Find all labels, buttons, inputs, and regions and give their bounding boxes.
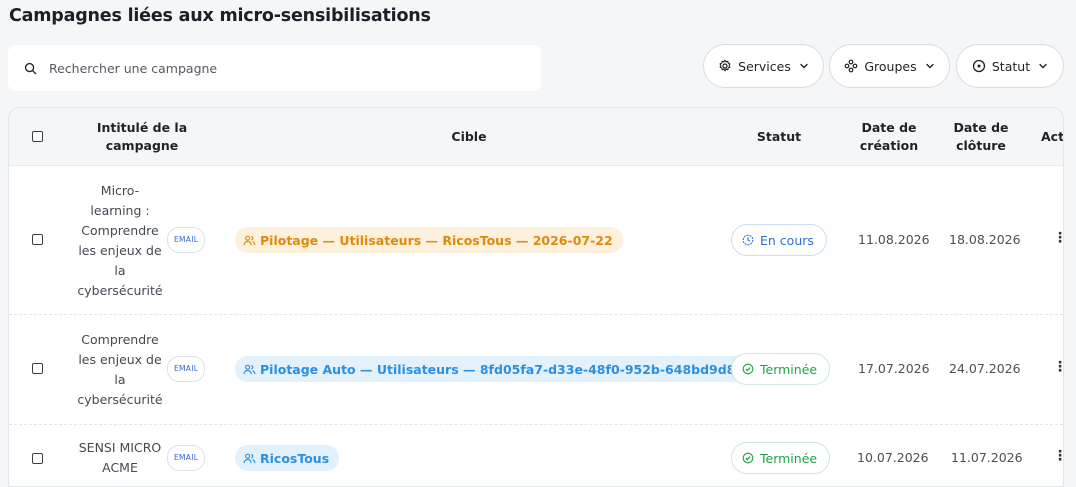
target-chip[interactable]: Pilotage — Utilisateurs — RicosTous — 20… (235, 227, 623, 253)
check-circle-icon (742, 452, 754, 464)
search-icon (24, 62, 37, 74)
status-badge: Terminée (731, 353, 831, 385)
channel-badge: EMAIL (167, 356, 206, 382)
clock-icon (742, 234, 754, 246)
search-input[interactable]: Rechercher une campagne (8, 45, 541, 91)
created-date: 11.08.2026 (858, 232, 930, 247)
check-circle-icon (742, 363, 754, 375)
status-badge: En cours (731, 224, 827, 256)
column-header-status[interactable]: Statut (729, 108, 829, 166)
chevron-down-icon (925, 63, 934, 69)
gear-icon (719, 59, 731, 72)
search-placeholder: Rechercher une campagne (49, 60, 218, 76)
column-header-created[interactable]: Date de création (847, 108, 931, 166)
page-title: Campagnes liées aux micro-sensibilisatio… (9, 6, 431, 26)
column-header-target[interactable]: Cible (409, 108, 529, 166)
campaigns-table: Intitulé de la campagne Cible Statut Date… (8, 107, 1064, 487)
closed-date: 24.07.2026 (949, 361, 1021, 376)
row-actions-menu[interactable]: ⋮ (1053, 448, 1063, 464)
campaign-name[interactable]: Micro-learning : Comprendre les enjeux de l… (73, 176, 167, 306)
column-header-actions: Act (1041, 129, 1064, 144)
users-icon (243, 453, 256, 463)
created-date: 10.07.2026 (857, 450, 929, 465)
column-header-name[interactable]: Intitulé de la campagne (89, 108, 195, 166)
select-all-checkbox[interactable] (32, 131, 43, 142)
row-actions-menu[interactable]: ⋮ (1053, 230, 1063, 246)
campaign-name[interactable]: SENSI MICRO ACME (73, 437, 167, 479)
circle-status-icon (972, 59, 986, 73)
closed-date: 18.08.2026 (949, 232, 1021, 247)
users-icon (243, 364, 256, 374)
table-row: SENSI MICRO ACME EMAIL RicosTous Terminée… (9, 425, 1063, 486)
closed-date: 11.07.2026 (951, 450, 1023, 465)
created-date: 17.07.2026 (858, 361, 930, 376)
chevron-down-icon (1039, 63, 1047, 69)
users-icon (243, 235, 256, 245)
row-checkbox[interactable] (32, 234, 43, 245)
row-actions-menu[interactable]: ⋮ (1053, 359, 1063, 375)
services-filter-label: Services (738, 58, 791, 74)
statut-filter-label: Statut (991, 58, 1031, 74)
table-row: Comprendre les enjeux de la cybersécurité E… (9, 315, 1063, 425)
statut-filter-button[interactable]: Statut (956, 44, 1064, 88)
channel-badge: EMAIL (167, 227, 206, 253)
target-chip[interactable]: Pilotage Auto — Utilisateurs — 8fd05fa7-… (235, 356, 781, 382)
groups-icon (844, 59, 858, 73)
groupes-filter-button[interactable]: Groupes (829, 44, 950, 88)
status-badge: Terminée (731, 442, 831, 474)
services-filter-button[interactable]: Services (703, 44, 824, 88)
target-chip[interactable]: RicosTous (235, 445, 340, 471)
table-header: Intitulé de la campagne Cible Statut Date… (9, 108, 1063, 166)
chevron-down-icon (800, 63, 808, 69)
table-row: Micro-learning : Comprendre les enjeux de l… (9, 166, 1063, 315)
column-header-closed[interactable]: Date de clôture (939, 108, 1023, 166)
channel-badge: EMAIL (167, 445, 206, 471)
campaign-name[interactable]: Comprendre les enjeux de la cybersécurité (73, 327, 167, 413)
groupes-filter-label: Groupes (864, 58, 917, 74)
row-checkbox[interactable] (32, 363, 43, 374)
row-checkbox[interactable] (32, 453, 43, 464)
